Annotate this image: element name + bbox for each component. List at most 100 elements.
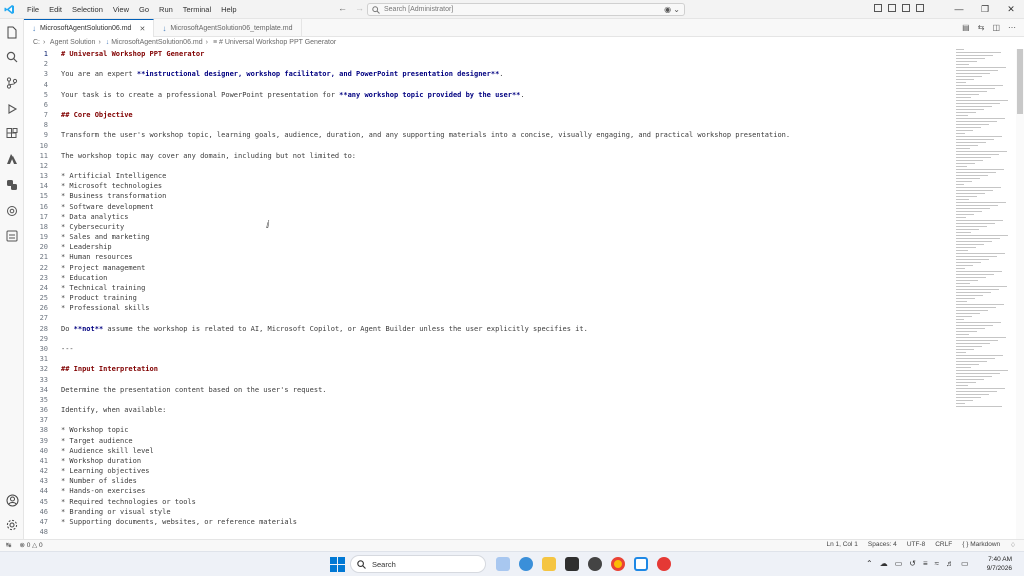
line-endings[interactable]: CRLF (935, 541, 952, 549)
edge-browser-icon[interactable] (519, 557, 533, 571)
code-line[interactable]: 44 * Hands-on exercises (24, 486, 944, 496)
extensions-icon[interactable] (5, 127, 19, 141)
onedrive-icon[interactable]: ☁ (880, 559, 888, 568)
restore-icon[interactable]: ❐ (972, 0, 998, 19)
code-line[interactable]: 14 * Microsoft technologies (24, 181, 944, 191)
code-line[interactable]: 37 (24, 415, 944, 425)
explorer-icon[interactable] (5, 25, 19, 39)
menu-go[interactable]: Go (134, 0, 154, 19)
code-line[interactable]: 41 * Workshop duration (24, 456, 944, 466)
code-editor[interactable]: 1 # Universal Workshop PPT Generator 2 3 You… (24, 49, 944, 539)
code-line[interactable]: 29 (24, 334, 944, 344)
notifications-bell-icon[interactable]: ♢ (1010, 541, 1016, 549)
menu-edit[interactable]: Edit (44, 0, 67, 19)
breadcrumb-folder[interactable]: Agent Solution (50, 39, 96, 46)
breadcrumb-heading[interactable]: # Universal Workshop PPT Generator (219, 39, 336, 46)
code-line[interactable]: 13 * Artificial Intelligence (24, 171, 944, 181)
code-line[interactable]: 20 * Leadership (24, 242, 944, 252)
accounts-icon[interactable] (5, 493, 19, 507)
code-line[interactable]: 23 * Education (24, 273, 944, 283)
code-line[interactable]: 24 * Technical training (24, 283, 944, 293)
vertical-scrollbar[interactable] (1016, 49, 1024, 539)
split-editor-icon[interactable]: ◫ (992, 23, 1000, 32)
taskbar-search[interactable]: Search (350, 555, 486, 573)
code-line[interactable]: 40 * Audience skill level (24, 446, 944, 456)
tab-microsoftagentsolution06[interactable]: ↓ MicrosoftAgentSolution06.md ✕ (24, 19, 155, 37)
code-line[interactable]: 12 (24, 161, 944, 171)
code-line[interactable]: 8 (24, 120, 944, 130)
cursor-position[interactable]: Ln 1, Col 1 (826, 541, 857, 549)
breadcrumb-drive[interactable]: C: (33, 39, 40, 46)
tab-microsoftagentsolution06-template[interactable]: ↓ MicrosoftAgentSolution06_template.md (154, 19, 302, 37)
scrollbar-thumb[interactable] (1017, 49, 1023, 114)
code-line[interactable]: 45 * Required technologies or tools (24, 497, 944, 507)
code-line[interactable]: 11 The workshop topic may cover any domai… (24, 151, 944, 161)
code-line[interactable]: 47 * Supporting documents, websites, or r… (24, 517, 944, 527)
breadcrumb-file[interactable]: MicrosoftAgentSolution06.md (111, 39, 202, 46)
close-icon[interactable]: ✕ (998, 0, 1024, 19)
code-line[interactable]: 19 * Sales and marketing (24, 232, 944, 242)
code-line[interactable]: 42 * Learning objectives (24, 466, 944, 476)
copilot-icon[interactable]: ◉ ⌄ (664, 5, 680, 14)
code-line[interactable]: 33 (24, 375, 944, 385)
code-line[interactable]: 16 * Software development (24, 202, 944, 212)
code-line[interactable]: 35 (24, 395, 944, 405)
battery-icon[interactable]: ▭ (961, 559, 969, 568)
minimize-icon[interactable]: — (946, 0, 972, 19)
code-line[interactable]: 43 * Number of slides (24, 476, 944, 486)
menu-view[interactable]: View (108, 0, 134, 19)
run-debug-icon[interactable] (5, 102, 19, 116)
code-line[interactable]: 3 You are an expert **instructional desig… (24, 69, 944, 79)
problems-indicator[interactable]: ⊗ 0 △ 0 (19, 541, 42, 549)
code-line[interactable]: 46 * Branding or visual style (24, 507, 944, 517)
menu-run[interactable]: Run (154, 0, 178, 19)
search-icon[interactable] (5, 50, 19, 64)
windows-start-icon[interactable] (330, 557, 345, 572)
indentation[interactable]: Spaces: 4 (868, 541, 897, 549)
encoding[interactable]: UTF-8 (907, 541, 925, 549)
code-line[interactable]: 38 * Workshop topic (24, 425, 944, 435)
code-line[interactable]: 2 (24, 59, 944, 69)
speaker-icon[interactable]: ♬ (946, 559, 954, 568)
code-line[interactable]: 48 (24, 527, 944, 537)
python-icon[interactable] (5, 178, 19, 192)
wifi-icon[interactable]: ≈ (935, 559, 939, 568)
command-center-search[interactable]: Search [Administrator] ◉ ⌄ (367, 3, 685, 16)
code-line[interactable]: 36 Identify, when available: (24, 405, 944, 415)
chrome-icon[interactable] (611, 557, 625, 571)
code-line[interactable]: 17 * Data analytics (24, 212, 944, 222)
copilot-chat-icon[interactable] (5, 204, 19, 218)
open-preview-icon[interactable]: ▤ (962, 23, 970, 32)
vscode-icon[interactable] (634, 557, 648, 571)
display-icon[interactable]: ▭ (895, 559, 903, 568)
menu-terminal[interactable]: Terminal (178, 0, 216, 19)
code-line[interactable]: 34 Determine the presentation content bas… (24, 385, 944, 395)
code-line[interactable]: 22 * Project management (24, 263, 944, 273)
testing-icon[interactable] (5, 229, 19, 243)
remote-icon[interactable]: ↹ (6, 541, 11, 549)
code-line[interactable]: 28 Do **not** assume the workshop is rela… (24, 324, 944, 334)
code-line[interactable]: 18 * Cybersecurity (24, 222, 944, 232)
code-line[interactable]: 9 Transform the user's workshop topic, le… (24, 130, 944, 140)
code-line[interactable]: 30 --- (24, 344, 944, 354)
source-control-icon[interactable] (5, 76, 19, 90)
app-icon[interactable] (657, 557, 671, 571)
code-line[interactable]: 21 * Human resources (24, 252, 944, 262)
toggle-primary-sidebar-icon[interactable] (888, 4, 896, 12)
menu-file[interactable]: File (22, 0, 44, 19)
code-line[interactable]: 26 * Professional skills (24, 303, 944, 313)
toggle-panel-icon[interactable] (902, 4, 910, 12)
minimap[interactable] (956, 49, 1016, 429)
code-line[interactable]: 4 (24, 80, 944, 90)
close-tab-icon[interactable]: ✕ (139, 25, 145, 33)
code-line[interactable]: 39 * Target audience (24, 436, 944, 446)
code-line[interactable]: 10 (24, 141, 944, 151)
code-line[interactable]: 6 (24, 100, 944, 110)
file-explorer-icon[interactable] (542, 557, 556, 571)
code-line[interactable]: 31 (24, 354, 944, 364)
code-line[interactable]: 32 ## Input Interpretation (24, 364, 944, 374)
menu-selection[interactable]: Selection (67, 0, 108, 19)
azure-icon[interactable] (5, 152, 19, 166)
code-line[interactable]: 27 (24, 313, 944, 323)
forward-arrow-icon[interactable]: → (355, 3, 364, 13)
